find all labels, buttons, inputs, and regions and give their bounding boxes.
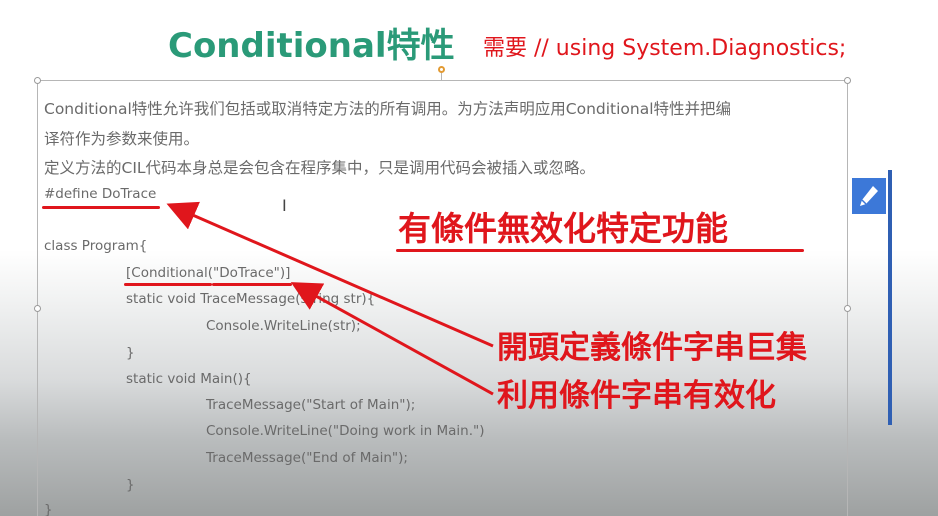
text-cursor-icon: I bbox=[282, 196, 287, 215]
arrow-to-define bbox=[166, 201, 494, 348]
pencil-icon bbox=[860, 186, 878, 206]
arrow-to-attribute bbox=[290, 282, 494, 396]
edit-toolbar-pole bbox=[888, 170, 892, 425]
edit-button[interactable] bbox=[852, 178, 886, 214]
annotation-arrows bbox=[166, 201, 494, 396]
